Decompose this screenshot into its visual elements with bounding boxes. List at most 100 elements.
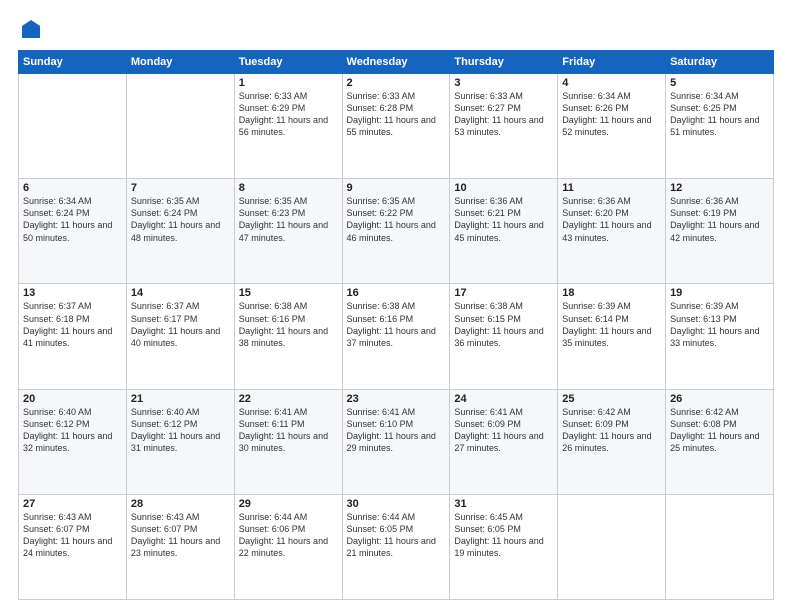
calendar-cell: 5Sunrise: 6:34 AM Sunset: 6:25 PM Daylig… (666, 74, 774, 179)
col-header-sunday: Sunday (19, 51, 127, 74)
calendar-cell: 3Sunrise: 6:33 AM Sunset: 6:27 PM Daylig… (450, 74, 558, 179)
cell-content: Sunrise: 6:40 AM Sunset: 6:12 PM Dayligh… (23, 406, 122, 455)
logo (18, 18, 42, 40)
day-number: 24 (454, 393, 553, 405)
day-number: 2 (347, 77, 446, 89)
calendar-cell: 22Sunrise: 6:41 AM Sunset: 6:11 PM Dayli… (234, 389, 342, 494)
day-number: 18 (562, 287, 661, 299)
calendar-cell: 19Sunrise: 6:39 AM Sunset: 6:13 PM Dayli… (666, 284, 774, 389)
cell-content: Sunrise: 6:34 AM Sunset: 6:25 PM Dayligh… (670, 90, 769, 139)
calendar-cell (666, 494, 774, 599)
calendar-cell: 28Sunrise: 6:43 AM Sunset: 6:07 PM Dayli… (126, 494, 234, 599)
day-number: 20 (23, 393, 122, 405)
cell-content: Sunrise: 6:43 AM Sunset: 6:07 PM Dayligh… (131, 511, 230, 560)
week-row-4: 20Sunrise: 6:40 AM Sunset: 6:12 PM Dayli… (19, 389, 774, 494)
cell-content: Sunrise: 6:38 AM Sunset: 6:16 PM Dayligh… (239, 300, 338, 349)
calendar-cell: 9Sunrise: 6:35 AM Sunset: 6:22 PM Daylig… (342, 179, 450, 284)
day-number: 16 (347, 287, 446, 299)
cell-content: Sunrise: 6:40 AM Sunset: 6:12 PM Dayligh… (131, 406, 230, 455)
calendar-cell: 12Sunrise: 6:36 AM Sunset: 6:19 PM Dayli… (666, 179, 774, 284)
calendar-cell: 30Sunrise: 6:44 AM Sunset: 6:05 PM Dayli… (342, 494, 450, 599)
cell-content: Sunrise: 6:39 AM Sunset: 6:14 PM Dayligh… (562, 300, 661, 349)
day-number: 22 (239, 393, 338, 405)
day-number: 11 (562, 182, 661, 194)
week-row-3: 13Sunrise: 6:37 AM Sunset: 6:18 PM Dayli… (19, 284, 774, 389)
cell-content: Sunrise: 6:35 AM Sunset: 6:24 PM Dayligh… (131, 195, 230, 244)
day-number: 1 (239, 77, 338, 89)
cell-content: Sunrise: 6:36 AM Sunset: 6:19 PM Dayligh… (670, 195, 769, 244)
calendar-cell: 26Sunrise: 6:42 AM Sunset: 6:08 PM Dayli… (666, 389, 774, 494)
day-number: 7 (131, 182, 230, 194)
cell-content: Sunrise: 6:35 AM Sunset: 6:22 PM Dayligh… (347, 195, 446, 244)
day-number: 5 (670, 77, 769, 89)
cell-content: Sunrise: 6:44 AM Sunset: 6:06 PM Dayligh… (239, 511, 338, 560)
day-number: 21 (131, 393, 230, 405)
cell-content: Sunrise: 6:33 AM Sunset: 6:28 PM Dayligh… (347, 90, 446, 139)
cell-content: Sunrise: 6:37 AM Sunset: 6:18 PM Dayligh… (23, 300, 122, 349)
cell-content: Sunrise: 6:34 AM Sunset: 6:24 PM Dayligh… (23, 195, 122, 244)
col-header-wednesday: Wednesday (342, 51, 450, 74)
day-number: 28 (131, 498, 230, 510)
day-number: 12 (670, 182, 769, 194)
calendar-cell: 27Sunrise: 6:43 AM Sunset: 6:07 PM Dayli… (19, 494, 127, 599)
day-number: 25 (562, 393, 661, 405)
day-number: 19 (670, 287, 769, 299)
calendar-table: SundayMondayTuesdayWednesdayThursdayFrid… (18, 50, 774, 600)
calendar-cell: 10Sunrise: 6:36 AM Sunset: 6:21 PM Dayli… (450, 179, 558, 284)
cell-content: Sunrise: 6:35 AM Sunset: 6:23 PM Dayligh… (239, 195, 338, 244)
col-header-friday: Friday (558, 51, 666, 74)
cell-content: Sunrise: 6:36 AM Sunset: 6:21 PM Dayligh… (454, 195, 553, 244)
cell-content: Sunrise: 6:33 AM Sunset: 6:29 PM Dayligh… (239, 90, 338, 139)
calendar-cell (19, 74, 127, 179)
cell-content: Sunrise: 6:38 AM Sunset: 6:15 PM Dayligh… (454, 300, 553, 349)
calendar-cell: 7Sunrise: 6:35 AM Sunset: 6:24 PM Daylig… (126, 179, 234, 284)
day-number: 29 (239, 498, 338, 510)
col-header-tuesday: Tuesday (234, 51, 342, 74)
calendar-header-row: SundayMondayTuesdayWednesdayThursdayFrid… (19, 51, 774, 74)
day-number: 6 (23, 182, 122, 194)
week-row-5: 27Sunrise: 6:43 AM Sunset: 6:07 PM Dayli… (19, 494, 774, 599)
calendar-cell: 16Sunrise: 6:38 AM Sunset: 6:16 PM Dayli… (342, 284, 450, 389)
week-row-1: 1Sunrise: 6:33 AM Sunset: 6:29 PM Daylig… (19, 74, 774, 179)
calendar-cell: 11Sunrise: 6:36 AM Sunset: 6:20 PM Dayli… (558, 179, 666, 284)
day-number: 31 (454, 498, 553, 510)
day-number: 15 (239, 287, 338, 299)
col-header-monday: Monday (126, 51, 234, 74)
calendar-cell: 13Sunrise: 6:37 AM Sunset: 6:18 PM Dayli… (19, 284, 127, 389)
cell-content: Sunrise: 6:43 AM Sunset: 6:07 PM Dayligh… (23, 511, 122, 560)
day-number: 13 (23, 287, 122, 299)
calendar-cell (126, 74, 234, 179)
cell-content: Sunrise: 6:42 AM Sunset: 6:08 PM Dayligh… (670, 406, 769, 455)
cell-content: Sunrise: 6:41 AM Sunset: 6:11 PM Dayligh… (239, 406, 338, 455)
week-row-2: 6Sunrise: 6:34 AM Sunset: 6:24 PM Daylig… (19, 179, 774, 284)
calendar-cell (558, 494, 666, 599)
calendar-cell: 15Sunrise: 6:38 AM Sunset: 6:16 PM Dayli… (234, 284, 342, 389)
calendar-cell: 25Sunrise: 6:42 AM Sunset: 6:09 PM Dayli… (558, 389, 666, 494)
calendar-cell: 21Sunrise: 6:40 AM Sunset: 6:12 PM Dayli… (126, 389, 234, 494)
cell-content: Sunrise: 6:45 AM Sunset: 6:05 PM Dayligh… (454, 511, 553, 560)
day-number: 26 (670, 393, 769, 405)
calendar-cell: 4Sunrise: 6:34 AM Sunset: 6:26 PM Daylig… (558, 74, 666, 179)
day-number: 17 (454, 287, 553, 299)
day-number: 4 (562, 77, 661, 89)
day-number: 10 (454, 182, 553, 194)
logo-icon (20, 18, 42, 40)
cell-content: Sunrise: 6:41 AM Sunset: 6:10 PM Dayligh… (347, 406, 446, 455)
calendar-cell: 24Sunrise: 6:41 AM Sunset: 6:09 PM Dayli… (450, 389, 558, 494)
col-header-thursday: Thursday (450, 51, 558, 74)
cell-content: Sunrise: 6:37 AM Sunset: 6:17 PM Dayligh… (131, 300, 230, 349)
calendar-body: 1Sunrise: 6:33 AM Sunset: 6:29 PM Daylig… (19, 74, 774, 600)
col-header-saturday: Saturday (666, 51, 774, 74)
day-number: 14 (131, 287, 230, 299)
calendar-cell: 29Sunrise: 6:44 AM Sunset: 6:06 PM Dayli… (234, 494, 342, 599)
page: SundayMondayTuesdayWednesdayThursdayFrid… (0, 0, 792, 612)
header (18, 18, 774, 40)
calendar-cell: 8Sunrise: 6:35 AM Sunset: 6:23 PM Daylig… (234, 179, 342, 284)
day-number: 9 (347, 182, 446, 194)
calendar-cell: 14Sunrise: 6:37 AM Sunset: 6:17 PM Dayli… (126, 284, 234, 389)
calendar-cell: 20Sunrise: 6:40 AM Sunset: 6:12 PM Dayli… (19, 389, 127, 494)
calendar-cell: 2Sunrise: 6:33 AM Sunset: 6:28 PM Daylig… (342, 74, 450, 179)
cell-content: Sunrise: 6:34 AM Sunset: 6:26 PM Dayligh… (562, 90, 661, 139)
calendar-cell: 18Sunrise: 6:39 AM Sunset: 6:14 PM Dayli… (558, 284, 666, 389)
cell-content: Sunrise: 6:44 AM Sunset: 6:05 PM Dayligh… (347, 511, 446, 560)
